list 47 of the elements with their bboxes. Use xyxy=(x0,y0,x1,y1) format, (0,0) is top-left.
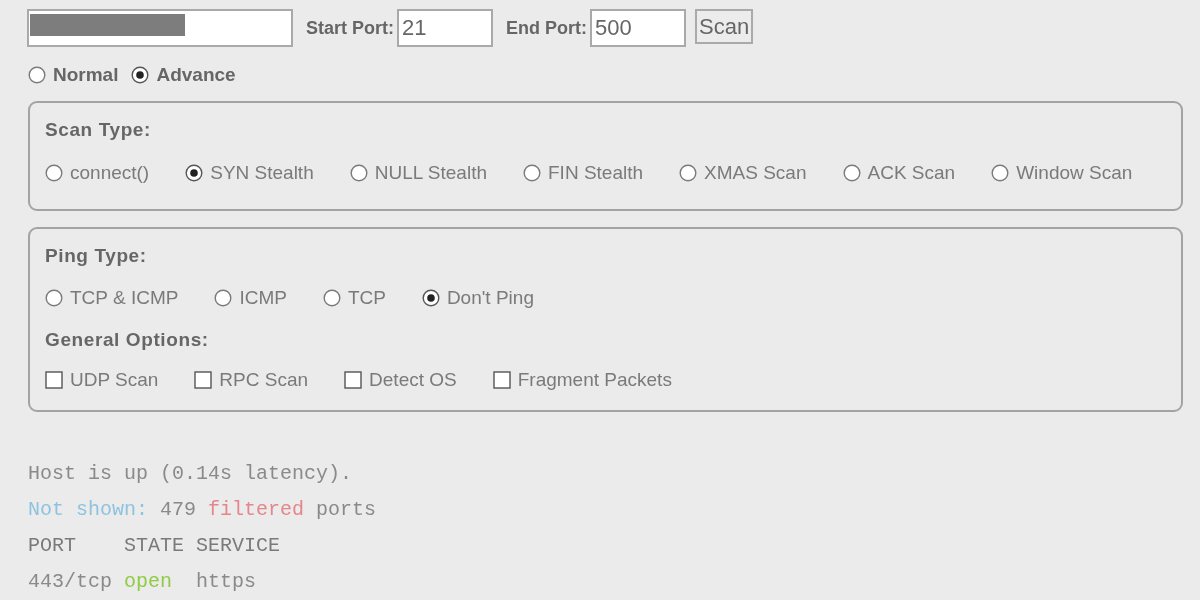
scan-button[interactable]: Scan xyxy=(695,9,754,44)
radio-button[interactable] xyxy=(679,164,698,182)
radio-label: TCP xyxy=(347,287,386,309)
section-title: General Options: xyxy=(45,329,210,351)
checkbox-label: Fragment Packets xyxy=(517,369,672,391)
checkbox[interactable] xyxy=(194,371,213,389)
start-port-label: Start Port: xyxy=(306,17,394,40)
checkbox[interactable] xyxy=(45,371,63,389)
radio-button[interactable] xyxy=(421,289,440,307)
radio-button[interactable] xyxy=(45,289,63,307)
checkbox-label: Detect OS xyxy=(369,369,457,391)
checkbox[interactable] xyxy=(492,371,511,389)
end-port-field[interactable]: 500 xyxy=(590,9,686,47)
radio-label: connect() xyxy=(70,162,150,184)
radio-label: NULL Stealth xyxy=(374,162,487,184)
radio-label: FIN Stealth xyxy=(548,162,644,184)
radio-button[interactable] xyxy=(131,66,150,84)
radio-button[interactable] xyxy=(185,164,204,182)
end-port-label: End Port: xyxy=(506,17,587,40)
radio-label: XMAS Scan xyxy=(704,162,807,184)
radio-button[interactable] xyxy=(991,164,1010,182)
output-line: PORT STATE SERVICE xyxy=(28,533,281,559)
checkbox-label: UDP Scan xyxy=(70,369,159,391)
radio-button[interactable] xyxy=(214,289,233,307)
output-line: Host is up (0.14s latency). xyxy=(28,461,353,487)
output-line: 443/tcp open https xyxy=(28,569,257,595)
radio-label: Don't Ping xyxy=(446,287,534,309)
section-title: Ping Type: xyxy=(45,245,148,267)
radio-button[interactable] xyxy=(45,164,63,182)
radio-label: ICMP xyxy=(239,287,287,309)
host-input-field[interactable] xyxy=(27,9,293,47)
mode-label: Normal xyxy=(53,64,119,86)
mode-label: Advance xyxy=(156,64,236,86)
radio-label: SYN Stealth xyxy=(210,162,314,184)
checkbox-label: RPC Scan xyxy=(219,369,309,391)
radio-button[interactable] xyxy=(523,164,541,182)
checkbox[interactable] xyxy=(344,371,363,389)
radio-label: TCP & ICMP xyxy=(70,287,179,309)
radio-label: Window Scan xyxy=(1016,162,1133,184)
radio-button[interactable] xyxy=(28,66,46,84)
radio-label: ACK Scan xyxy=(867,162,956,184)
start-port-field[interactable]: 21 xyxy=(397,9,493,47)
radio-button[interactable] xyxy=(322,289,341,307)
radio-button[interactable] xyxy=(349,164,368,182)
radio-button[interactable] xyxy=(842,164,861,182)
section-title: Scan Type: xyxy=(45,119,152,141)
output-line: Not shown: 479 filtered ports xyxy=(28,497,377,523)
